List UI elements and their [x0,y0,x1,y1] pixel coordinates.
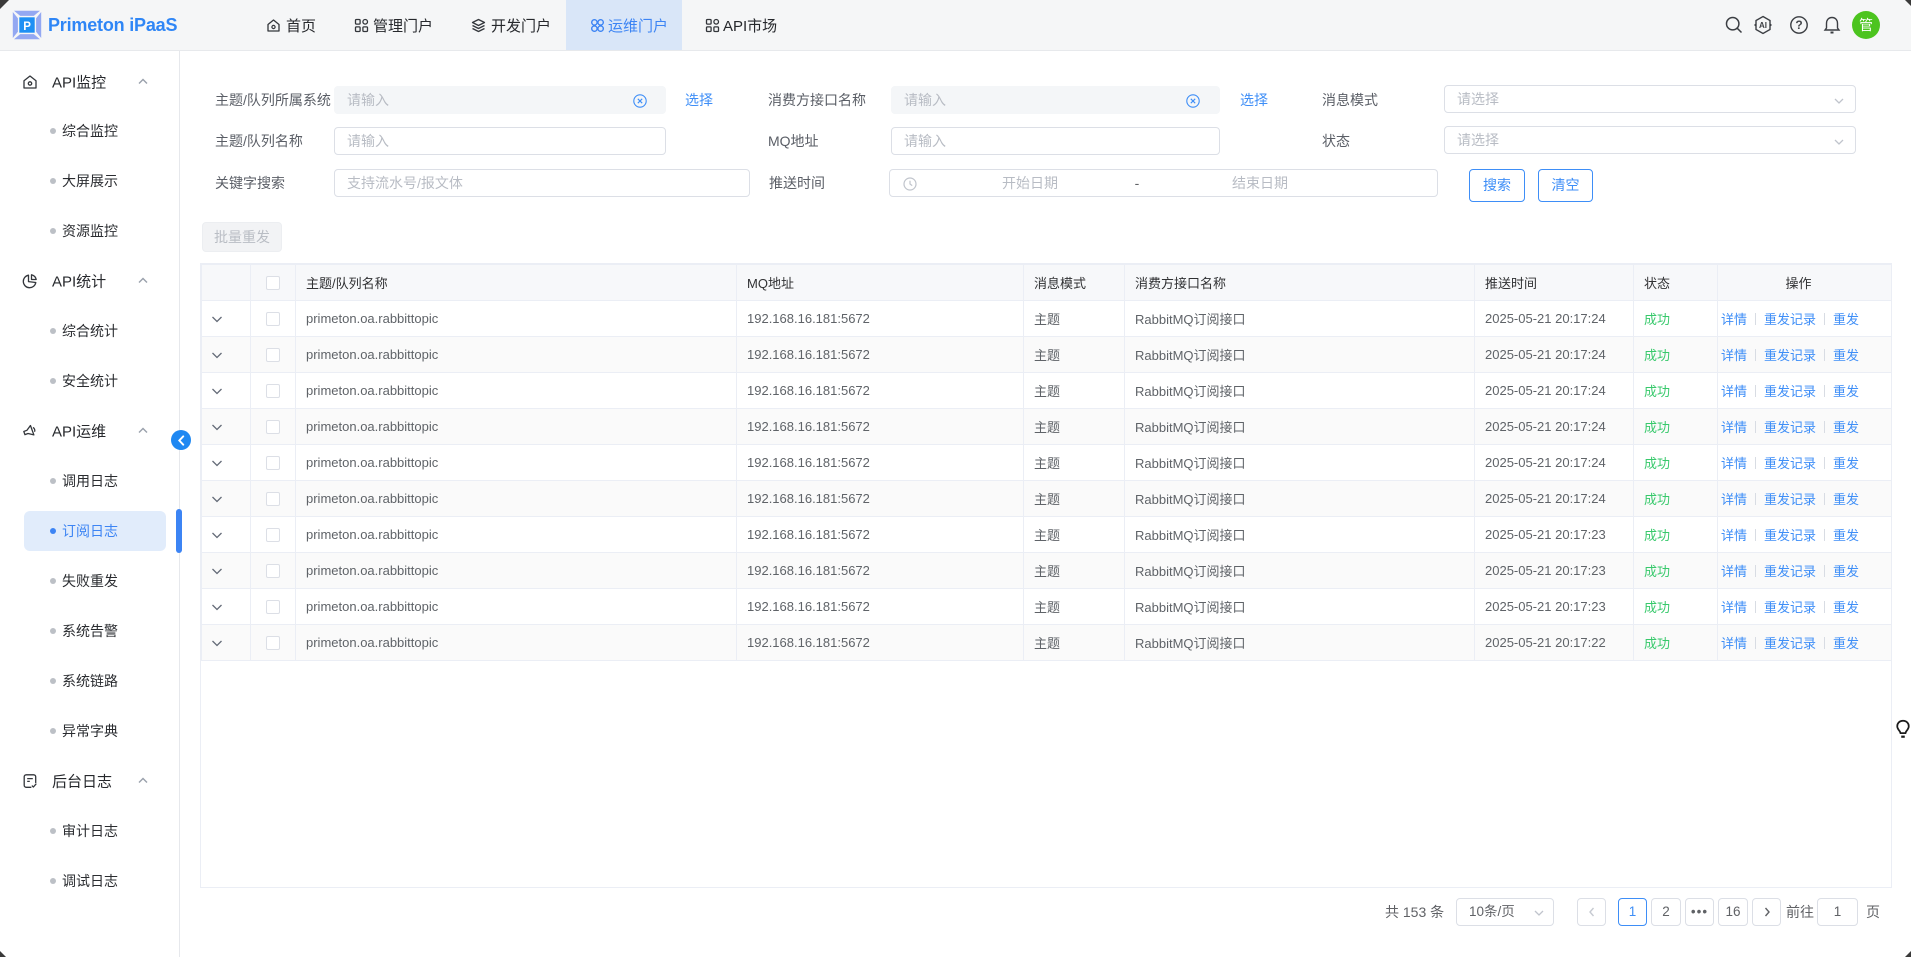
svg-text:AI: AI [1759,21,1767,30]
svg-text:?: ? [1795,18,1802,32]
svg-text:P: P [23,21,31,33]
